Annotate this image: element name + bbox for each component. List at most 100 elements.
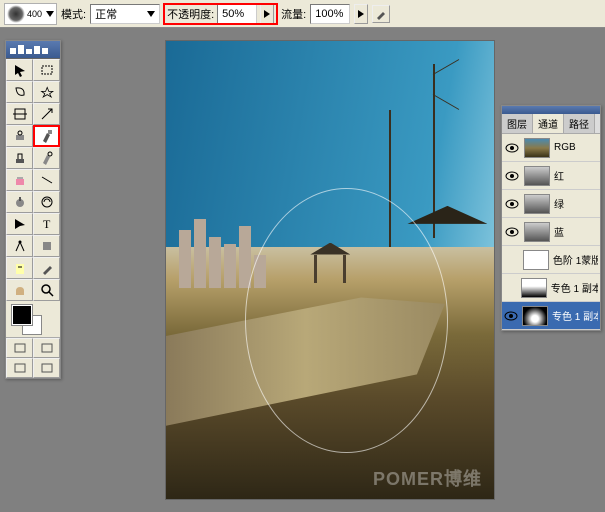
type-tool[interactable]: T	[33, 213, 60, 235]
visibility-toggle[interactable]	[504, 196, 520, 212]
blur-tool[interactable]	[6, 191, 33, 213]
channel-row[interactable]: 蓝	[502, 218, 600, 246]
screen-mode-toggle-icon	[40, 342, 54, 354]
channel-row[interactable]: 色阶 1蒙版	[502, 246, 600, 274]
blend-mode-select[interactable]: 正常	[90, 4, 160, 24]
arrow-right-icon	[358, 10, 364, 18]
blend-mode-value: 正常	[95, 6, 117, 22]
eye-icon	[505, 199, 519, 209]
visibility-toggle[interactable]	[504, 280, 517, 296]
eye-icon	[505, 227, 519, 237]
channel-row[interactable]: 专色 1 副本 6	[502, 302, 600, 330]
flow-value: 100%	[315, 8, 343, 20]
visibility-toggle[interactable]	[504, 168, 520, 184]
mode-label: 模式:	[61, 6, 86, 22]
channel-row[interactable]: 红	[502, 162, 600, 190]
visibility-toggle[interactable]	[504, 308, 518, 324]
panel-tab[interactable]: 图层	[502, 114, 533, 133]
pen-tool-icon	[13, 239, 27, 253]
lasso-tool[interactable]	[6, 81, 33, 103]
channel-thumbnail	[522, 306, 548, 326]
channel-name: 色阶 1蒙版	[553, 252, 598, 267]
channel-name: 专色 1 副本 6	[552, 308, 598, 323]
eye-icon	[504, 311, 518, 321]
toolbox-header[interactable]	[6, 41, 60, 59]
foreground-color-swatch[interactable]	[12, 305, 32, 325]
jump-to-app-icon	[13, 362, 27, 374]
marquee-tool[interactable]	[33, 59, 60, 81]
healing-brush-tool[interactable]	[6, 125, 33, 147]
shape-tool-icon	[40, 239, 54, 253]
brush-size-value: 400	[27, 9, 42, 19]
channel-row[interactable]: 绿	[502, 190, 600, 218]
eraser-tool-icon	[13, 173, 27, 187]
opacity-input[interactable]: 50%	[217, 4, 257, 24]
opacity-value: 50%	[222, 8, 244, 20]
zoom-tool[interactable]	[33, 279, 60, 301]
airbrush-icon	[375, 8, 387, 20]
shape-tool[interactable]	[33, 235, 60, 257]
channel-list: RGB 红绿蓝色阶 1蒙版专色 1 副本 5 专色 1 副本 6	[502, 134, 600, 330]
magic-wand-tool-icon	[40, 85, 54, 99]
panel-tabs: 图层通道路径	[502, 114, 600, 134]
dodge-tool[interactable]	[33, 191, 60, 213]
tool-grid: T	[6, 59, 60, 301]
channel-name: 红	[554, 168, 564, 183]
panel-tab[interactable]: 通道	[533, 114, 564, 133]
airbrush-toggle[interactable]	[372, 5, 390, 23]
notes-tool[interactable]	[6, 257, 33, 279]
channel-row[interactable]: RGB	[502, 134, 600, 162]
visibility-toggle[interactable]	[504, 252, 519, 268]
color-wells	[6, 301, 60, 337]
photo-content: POMER博维	[166, 41, 494, 499]
document-canvas[interactable]: POMER博维	[165, 40, 495, 500]
brush-tool-icon	[40, 129, 54, 143]
eyedropper-tool[interactable]	[33, 257, 60, 279]
history-brush-tool-icon	[40, 151, 54, 165]
brush-cursor-outline	[245, 188, 448, 454]
path-select-tool[interactable]	[6, 213, 33, 235]
brush-tool[interactable]	[33, 125, 60, 147]
brush-thumb-icon	[7, 5, 25, 23]
channel-thumbnail	[524, 222, 550, 242]
history-brush-tool[interactable]	[33, 147, 60, 169]
magic-wand-tool[interactable]	[33, 81, 60, 103]
visibility-toggle[interactable]	[504, 224, 520, 240]
crop-tool-icon	[13, 107, 27, 121]
screen-mode-toggle[interactable]	[33, 338, 60, 358]
eye-icon	[505, 171, 519, 181]
opacity-flyout-button[interactable]	[260, 4, 274, 24]
quick-mask-toggle-icon	[13, 342, 27, 354]
brush-preset-picker[interactable]: 400	[4, 3, 57, 25]
clone-stamp-tool[interactable]	[6, 147, 33, 169]
extra-tool-icon	[40, 362, 54, 374]
flow-flyout-button[interactable]	[354, 4, 368, 24]
channel-row[interactable]: 专色 1 副本 5	[502, 274, 600, 302]
panel-drag-header[interactable]	[502, 106, 600, 114]
eraser-tool[interactable]	[6, 169, 33, 191]
chevron-down-icon[interactable]	[147, 11, 155, 17]
chevron-down-icon[interactable]	[46, 11, 54, 17]
crop-tool[interactable]	[6, 103, 33, 125]
opacity-label: 不透明度:	[167, 6, 214, 22]
flow-label: 流量:	[281, 6, 306, 22]
path-select-tool-icon	[13, 217, 27, 231]
extra-tool[interactable]	[33, 358, 60, 378]
toolbox: T	[5, 40, 61, 379]
channels-panel: 图层通道路径 RGB 红绿蓝色阶 1蒙版专色 1 副本 5 专色 1 副本 6	[501, 105, 601, 331]
quick-mask-toggle[interactable]	[6, 338, 33, 358]
eye-icon	[505, 143, 519, 153]
hand-tool[interactable]	[6, 279, 33, 301]
move-tool[interactable]	[6, 59, 33, 81]
visibility-toggle[interactable]	[504, 140, 520, 156]
jump-to-app[interactable]	[6, 358, 33, 378]
channel-name: RGB	[554, 142, 576, 153]
panel-tab[interactable]: 路径	[564, 114, 595, 133]
gradient-tool[interactable]	[33, 169, 60, 191]
pen-tool[interactable]	[6, 235, 33, 257]
channel-name: 绿	[554, 196, 564, 211]
opacity-group: 不透明度: 50%	[164, 4, 277, 24]
flow-input[interactable]: 100%	[310, 4, 350, 24]
slice-tool[interactable]	[33, 103, 60, 125]
options-bar: 400 模式: 正常 不透明度: 50% 流量: 100%	[0, 0, 605, 28]
